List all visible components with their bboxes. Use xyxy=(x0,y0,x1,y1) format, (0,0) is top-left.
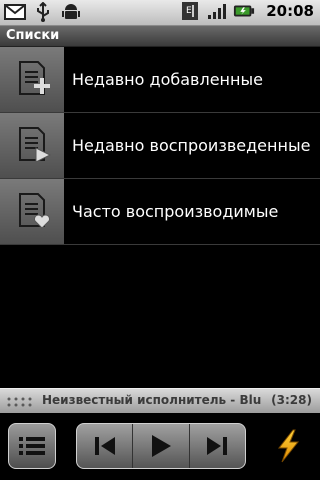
now-playing-bar[interactable]: Неизвестный исполнитель - Blu (3:28) xyxy=(0,388,320,414)
title-bar: Списки xyxy=(0,26,320,47)
gmail-icon xyxy=(4,2,26,22)
clock: 20:08 xyxy=(266,2,314,20)
lightning-icon xyxy=(277,429,300,463)
list-item-most-played[interactable]: Часто воспроизводимые xyxy=(0,179,320,245)
skip-previous-icon xyxy=(94,437,115,455)
drag-grip-icon xyxy=(7,397,32,407)
page-title: Списки xyxy=(6,28,60,43)
svg-text:E: E xyxy=(186,6,192,16)
battery-charging-icon xyxy=(233,1,255,21)
list-item-label: Недавно добавленные xyxy=(72,70,263,89)
usb-icon xyxy=(32,2,54,22)
previous-button[interactable] xyxy=(77,424,134,468)
transport-controls xyxy=(76,423,246,469)
player-controls xyxy=(0,413,320,480)
list-item-label: Часто воспроизводимые xyxy=(72,202,279,221)
play-icon xyxy=(151,435,171,457)
playlist-heart-icon xyxy=(0,179,64,244)
now-playing-title: Неизвестный исполнитель - Blu xyxy=(42,393,262,407)
playlist-play-icon xyxy=(0,113,64,178)
list-item-label: Недавно воспроизведенные xyxy=(72,136,311,155)
playlist-button[interactable] xyxy=(8,423,56,469)
status-bar: E 20:08 xyxy=(0,0,320,26)
edge-signal-icon: E xyxy=(179,1,201,21)
playlist-list: Недавно добавленные Недавно воспроизведе… xyxy=(0,47,320,245)
next-button[interactable] xyxy=(190,424,245,468)
play-button[interactable] xyxy=(133,424,190,468)
signal-strength-icon xyxy=(206,1,228,21)
playlist-add-icon xyxy=(0,47,64,112)
list-item-recently-played[interactable]: Недавно воспроизведенные xyxy=(0,113,320,179)
android-icon xyxy=(60,2,82,22)
party-shuffle-button[interactable] xyxy=(270,427,306,465)
skip-next-icon xyxy=(207,437,228,455)
list-icon xyxy=(19,437,45,455)
now-playing-duration: (3:28) xyxy=(271,393,312,407)
list-item-recently-added[interactable]: Недавно добавленные xyxy=(0,47,320,113)
